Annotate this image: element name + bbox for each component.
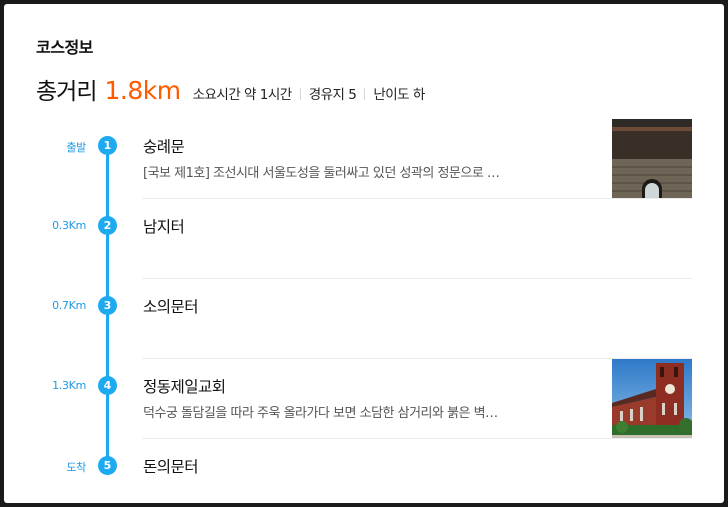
stop-name[interactable]: 남지터 (143, 215, 185, 237)
stop-number-badge: 1 (98, 136, 117, 155)
stop-divider (142, 198, 692, 199)
stop-number-badge: 5 (98, 456, 117, 475)
stop-divider (142, 278, 692, 279)
stop-description: 덕수궁 돌담길을 따라 주욱 올라가다 보면 소담한 삼거리와 붉은 벽… (143, 406, 498, 421)
route-list: 출발 1 숭례문 [국보 제1호] 조선시대 서울도성을 둘러싸고 있던 성곽의… (4, 4, 724, 503)
stop-name[interactable]: 돈의문터 (143, 455, 199, 477)
stop-divider (142, 358, 692, 359)
stop-distance: 0.3Km (52, 219, 86, 232)
stop-name[interactable]: 숭례문 (143, 135, 185, 157)
course-info-card: 코스정보 총거리 1.8km 소요시간 약 1시간 경유지 5 난이도 하 출발 1… (4, 4, 724, 503)
stop-number-badge: 3 (98, 296, 117, 315)
stop-number-badge: 2 (98, 216, 117, 235)
stop-name[interactable]: 정동제일교회 (143, 375, 226, 397)
stop-distance: 도착 (66, 461, 86, 474)
stop-distance: 1.3Km (52, 379, 86, 392)
stop-divider (142, 438, 692, 439)
stop-name[interactable]: 소의문터 (143, 295, 199, 317)
stop-distance: 0.7Km (52, 299, 86, 312)
stop-thumbnail-image[interactable] (612, 359, 692, 439)
stop-description: [국보 제1호] 조선시대 서울도성을 둘러싸고 있던 성곽의 정문으로 … (143, 166, 500, 181)
stop-number-badge: 4 (98, 376, 117, 395)
stop-distance: 출발 (66, 141, 86, 154)
stop-thumbnail-image[interactable] (612, 119, 692, 199)
